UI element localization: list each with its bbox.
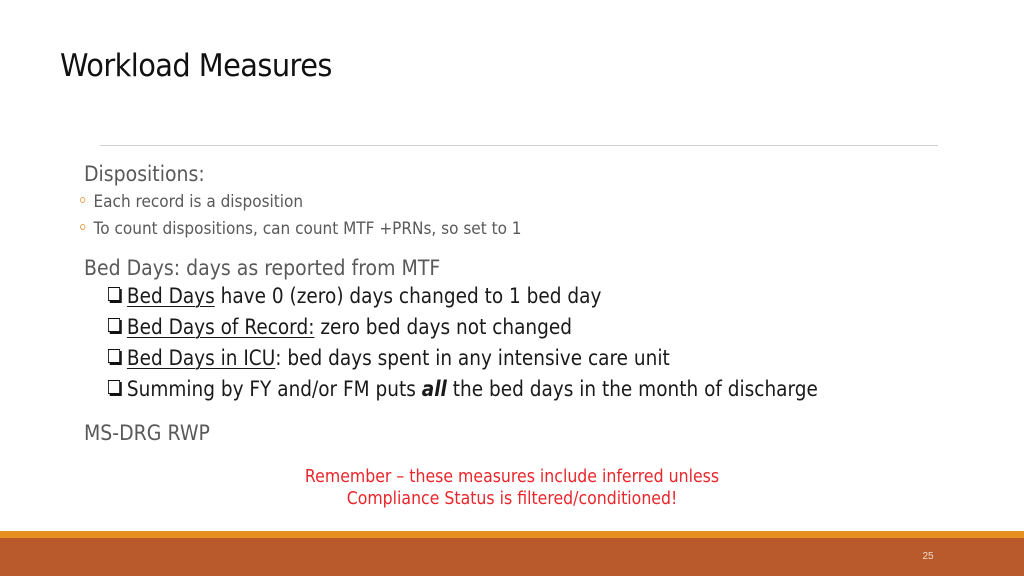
checklist-item: Bed Days of Record: zero bed days not ch… — [108, 315, 572, 340]
checkbox-bullet-icon — [108, 380, 121, 394]
footer-band — [0, 538, 1024, 576]
list-item: Each record is a disposition — [80, 192, 303, 212]
checklist-item: Summing by FY and/or FM puts all the bed… — [108, 377, 818, 402]
checklist-item: Bed Days in ICU: bed days spent in any i… — [108, 346, 670, 371]
title-divider — [100, 145, 938, 146]
checkbox-bullet-icon — [108, 318, 121, 332]
slide-title: Workload Measures — [60, 48, 332, 84]
footer-stripe — [0, 531, 1024, 538]
list-item: To count dispositions, can count MTF +PR… — [80, 219, 522, 239]
circle-bullet-icon — [80, 197, 86, 203]
checklist-item: Bed Days have 0 (zero) days changed to 1… — [108, 284, 601, 309]
dispositions-heading: Dispositions: — [84, 162, 205, 186]
page-number: 25 — [922, 551, 934, 562]
ms-drg-heading: MS-DRG RWP — [84, 421, 210, 445]
reminder-note: Remember – these measures include inferr… — [304, 467, 720, 509]
bed-days-heading: Bed Days: days as reported from MTF — [84, 256, 441, 280]
checkbox-bullet-icon — [108, 287, 121, 301]
circle-bullet-icon — [80, 224, 86, 230]
checkbox-bullet-icon — [108, 349, 121, 363]
